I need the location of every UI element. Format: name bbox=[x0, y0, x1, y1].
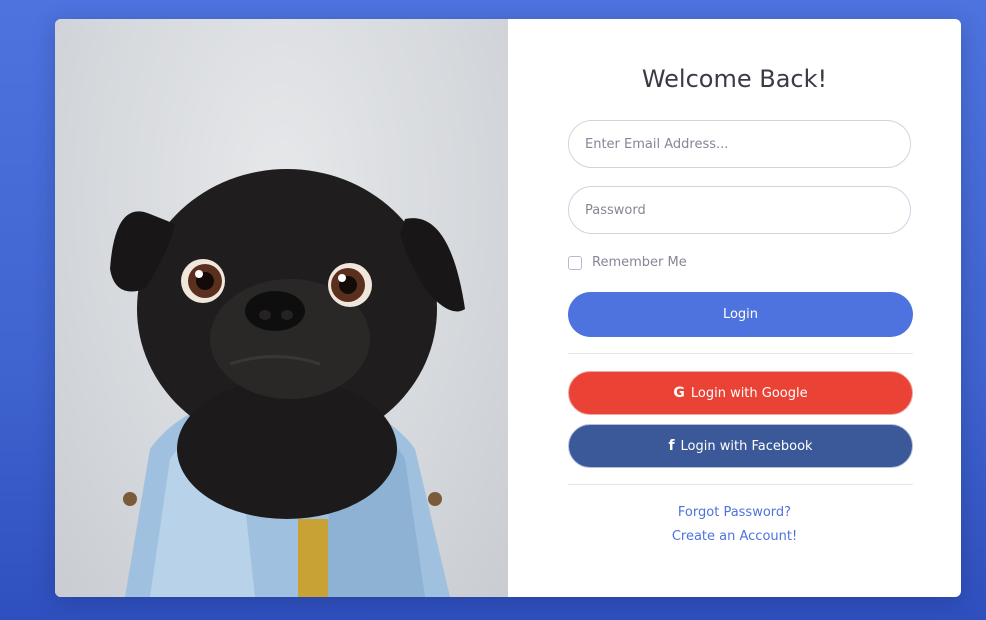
email-field[interactable] bbox=[568, 120, 911, 168]
page-title: Welcome Back! bbox=[641, 65, 828, 93]
facebook-icon: f bbox=[668, 438, 675, 454]
facebook-login-label: Login with Facebook bbox=[680, 438, 813, 454]
login-button[interactable]: Login bbox=[568, 292, 913, 337]
password-field[interactable] bbox=[568, 186, 911, 234]
login-card: Welcome Back! Remember Me Login G Login … bbox=[55, 19, 961, 597]
google-login-button[interactable]: G Login with Google bbox=[568, 371, 913, 415]
remember-me[interactable]: Remember Me bbox=[568, 255, 687, 270]
forgot-password-link[interactable]: Forgot Password? bbox=[508, 505, 961, 520]
google-login-label: Login with Google bbox=[690, 385, 808, 401]
remember-me-checkbox[interactable] bbox=[568, 255, 582, 270]
pug-photo bbox=[55, 19, 508, 597]
create-account-link[interactable]: Create an Account! bbox=[508, 529, 961, 544]
login-button-label: Login bbox=[722, 307, 759, 322]
divider bbox=[568, 484, 913, 485]
divider bbox=[568, 353, 913, 354]
google-icon: G bbox=[673, 385, 685, 401]
remember-me-label: Remember Me bbox=[592, 255, 687, 270]
pug-illustration bbox=[110, 169, 465, 597]
login-form: Welcome Back! Remember Me Login G Login … bbox=[508, 19, 961, 597]
facebook-login-button[interactable]: f Login with Facebook bbox=[568, 424, 913, 468]
